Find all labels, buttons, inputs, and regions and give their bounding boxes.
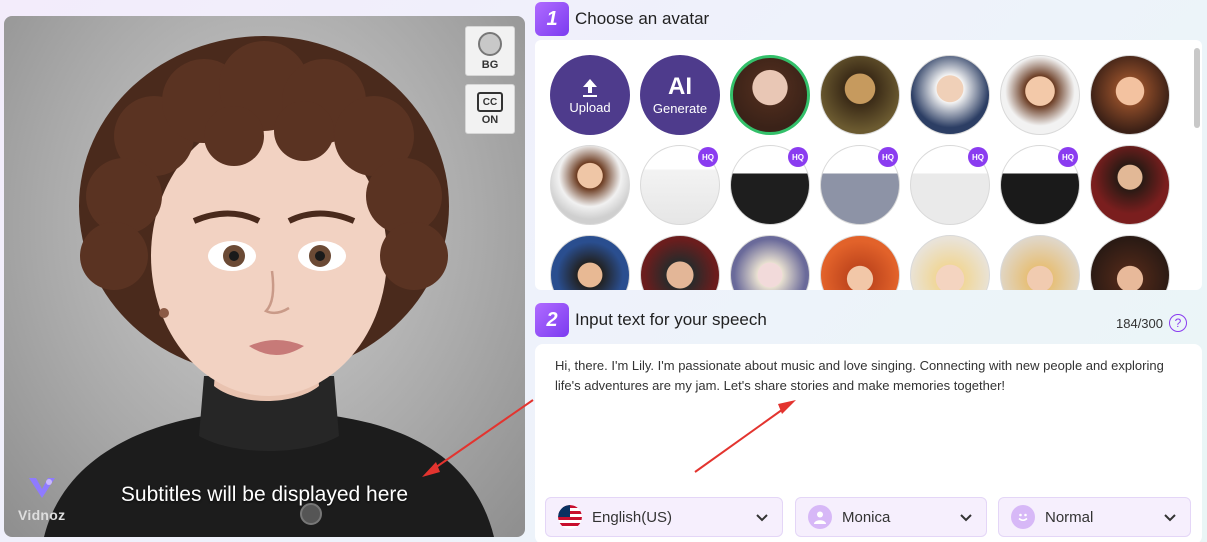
speech-text-panel: Hi, there. I'm Lily. I'm passionate abou… bbox=[535, 344, 1202, 542]
avatar-option-woman-brunette[interactable] bbox=[1090, 235, 1170, 290]
upload-icon bbox=[583, 78, 597, 97]
avatar-option-einstein[interactable] bbox=[910, 55, 990, 135]
upload-avatar-button[interactable]: Upload bbox=[550, 55, 630, 135]
step-2-number: 2 bbox=[535, 303, 569, 337]
chevron-down-icon bbox=[1164, 514, 1176, 522]
language-value: English(US) bbox=[592, 508, 673, 526]
background-button-label: BG bbox=[481, 58, 499, 71]
chevron-down-icon bbox=[756, 514, 768, 522]
chevron-down-icon bbox=[960, 514, 972, 522]
generate-label: Generate bbox=[652, 100, 708, 116]
step-2-title: Input text for your speech bbox=[575, 310, 767, 329]
avatar-option-harley[interactable] bbox=[730, 235, 810, 290]
upload-label: Upload bbox=[569, 99, 611, 115]
captions-icon: CC bbox=[477, 92, 503, 112]
captions-toggle-button[interactable]: CC ON bbox=[465, 84, 515, 134]
avatar-option-merida[interactable] bbox=[820, 235, 900, 290]
tone-select[interactable]: Normal bbox=[998, 497, 1191, 537]
avatar-option-wonder-woman[interactable] bbox=[1090, 145, 1170, 225]
voice-value: Monica bbox=[842, 508, 891, 526]
hq-badge: HQ bbox=[1058, 147, 1078, 167]
ai-label: AI bbox=[668, 72, 692, 100]
avatar-option-cartoon-blonde[interactable] bbox=[1000, 235, 1080, 290]
avatar-preview: BG CC ON Vidnoz Subtitles will be displa… bbox=[4, 16, 525, 537]
background-toggle-button[interactable]: BG bbox=[465, 26, 515, 76]
avatar-option-superman[interactable] bbox=[550, 235, 630, 290]
step-2-header: 2 Input text for your speech bbox=[535, 303, 767, 337]
microphone-icon bbox=[300, 503, 322, 525]
us-flag-icon bbox=[558, 505, 582, 529]
avatar-selection-panel: Upload AI Generate HQ HQ HQ HQ HQ bbox=[535, 40, 1202, 290]
avatar-portrait-image bbox=[44, 36, 494, 537]
step-1-header: 1 Choose an avatar bbox=[535, 2, 709, 36]
hq-badge: HQ bbox=[698, 147, 718, 167]
ai-generate-avatar-button[interactable]: AI Generate bbox=[640, 55, 720, 135]
avatar-panel-scrollbar[interactable] bbox=[1194, 48, 1200, 128]
avatar-option-3d-man[interactable] bbox=[550, 145, 630, 225]
step-1-title: Choose an avatar bbox=[575, 9, 710, 28]
avatar-option-man-4[interactable] bbox=[640, 235, 720, 290]
person-icon bbox=[808, 505, 832, 529]
tone-value: Normal bbox=[1045, 508, 1094, 526]
vidnoz-logo-text: Vidnoz bbox=[18, 507, 66, 523]
avatar-option-mona-lisa[interactable] bbox=[820, 55, 900, 135]
background-circle-icon bbox=[478, 31, 502, 56]
hq-badge: HQ bbox=[788, 147, 808, 167]
character-count: 184/300 bbox=[1116, 315, 1163, 331]
step-1-number: 1 bbox=[535, 2, 569, 36]
subtitle-placeholder: Subtitles will be displayed here bbox=[120, 483, 409, 506]
help-icon[interactable]: ? bbox=[1169, 314, 1187, 332]
captions-state-label: ON bbox=[481, 114, 499, 126]
speech-textarea[interactable]: Hi, there. I'm Lily. I'm passionate abou… bbox=[555, 356, 1185, 396]
avatar-option-cartoon-woman[interactable] bbox=[1090, 55, 1170, 135]
avatar-option-cartoon-man[interactable] bbox=[1000, 55, 1080, 135]
avatar-option-blonde-woman[interactable] bbox=[910, 235, 990, 290]
avatar-option-lily[interactable] bbox=[730, 55, 810, 135]
hq-badge: HQ bbox=[878, 147, 898, 167]
voice-select[interactable]: Monica bbox=[795, 497, 987, 537]
hq-badge: HQ bbox=[968, 147, 988, 167]
smiley-icon bbox=[1011, 505, 1035, 529]
character-counter: 184/300 ? bbox=[1116, 314, 1187, 332]
language-select[interactable]: English(US) bbox=[545, 497, 783, 537]
